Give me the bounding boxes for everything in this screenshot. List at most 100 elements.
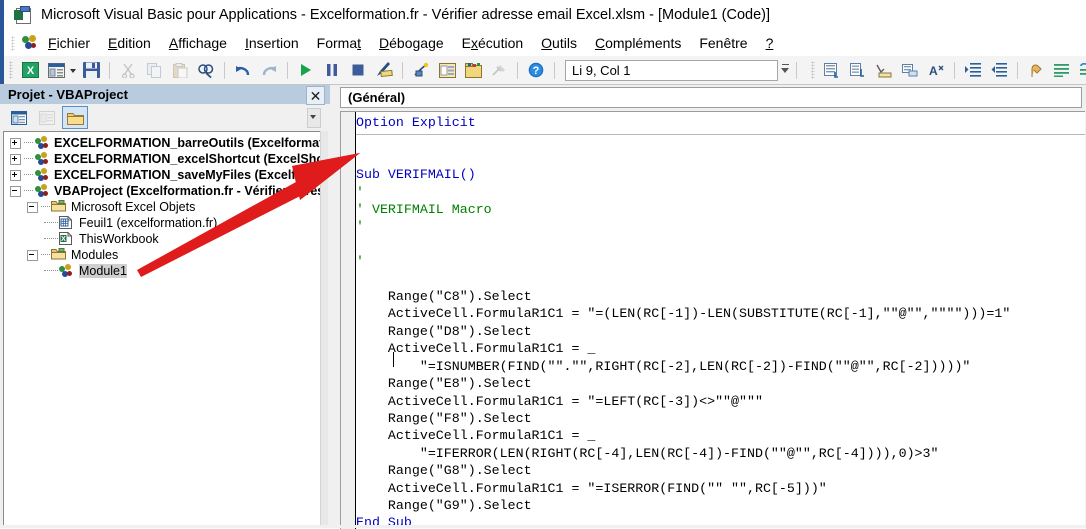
tree-item-excelformation-excelshortcut[interactable]: EXCELFORMATION_excelShortcut (ExcelShort…	[10, 151, 321, 167]
close-icon[interactable]: ✕	[306, 86, 325, 105]
properties-window-icon[interactable]	[435, 59, 459, 81]
menu-item-complements[interactable]: Compléments	[586, 33, 690, 53]
expander-plus-icon[interactable]	[10, 154, 21, 165]
toggle-breakpoint-icon[interactable]	[1024, 59, 1048, 81]
project-tree[interactable]: EXCELFORMATION_barreOutils (Excelformati…	[3, 131, 322, 527]
vba-project-icon	[34, 152, 50, 166]
code-line: Option Explicit	[356, 114, 1085, 131]
tree-connector	[41, 254, 50, 256]
menu-item-execution[interactable]: Exécution	[453, 33, 533, 53]
edit-toolbar-drag-handle[interactable]	[811, 61, 815, 79]
menu-item-debogage[interactable]: Débogage	[370, 33, 453, 53]
tree-item-microsoft-excel-objets[interactable]: Microsoft Excel Objets	[10, 199, 321, 215]
tree-item-label: ThisWorkbook	[79, 232, 159, 246]
undo-icon[interactable]	[231, 59, 255, 81]
code-line: ActiveCell.FormulaR1C1 = _	[356, 427, 1085, 444]
help-icon[interactable]: ?	[524, 59, 548, 81]
project-tree-scrollbar[interactable]	[320, 131, 328, 525]
stop-icon[interactable]	[346, 59, 370, 81]
toolbox-icon[interactable]	[487, 59, 511, 81]
tree-item-modules[interactable]: Modules	[10, 247, 321, 263]
menu-bar: Fichier Edition Affichage Insertion Form…	[0, 30, 1086, 56]
design-mode-icon[interactable]	[372, 59, 396, 81]
view-object-icon[interactable]	[35, 107, 59, 128]
menu-item-affichage[interactable]: Affichage	[160, 33, 236, 53]
workbook-icon: X	[59, 232, 75, 246]
code-editor[interactable]: Option Explicit Sub VERIFMAIL()'' VERIFM…	[340, 111, 1085, 529]
position-spinner-icon[interactable]	[780, 60, 791, 80]
object-combo[interactable]: (Général)	[340, 87, 1082, 108]
code-token: Range("G8").Select	[356, 463, 532, 478]
project-toolbar-overflow-button[interactable]	[307, 108, 321, 128]
redo-icon[interactable]	[257, 59, 281, 81]
save-icon[interactable]	[79, 59, 103, 81]
code-token: Range("G9").Select	[356, 498, 532, 513]
tree-item-feuil1[interactable]: Feuil1 (excelformation.fr)	[10, 215, 321, 231]
list-constants-icon[interactable]	[846, 59, 870, 81]
run-icon[interactable]	[294, 59, 318, 81]
view-excel-icon[interactable]: X	[18, 59, 42, 81]
tree-connector	[24, 190, 33, 192]
project-explorer-toolbar	[3, 106, 327, 129]
parameter-info-icon[interactable]	[898, 59, 922, 81]
code-margin-indicator-bar[interactable]	[341, 112, 356, 529]
folder-icon	[51, 200, 67, 214]
project-explorer-icon[interactable]	[409, 59, 433, 81]
tree-item-excelformation-barreoutils[interactable]: EXCELFORMATION_barreOutils (Excelformati…	[10, 135, 321, 151]
svg-text:?: ?	[533, 65, 540, 77]
menu-item-format[interactable]: Format	[308, 33, 370, 53]
code-line: Range("C8").Select	[356, 288, 1085, 305]
toggle-folders-icon[interactable]	[63, 107, 87, 128]
cut-icon[interactable]	[116, 59, 140, 81]
code-line: ActiveCell.FormulaR1C1 = "=(LEN(RC[-1])-…	[356, 305, 1085, 322]
menu-item-edition[interactable]: Edition	[99, 33, 160, 53]
insert-userform-icon[interactable]	[44, 59, 68, 81]
object-browser-icon[interactable]	[461, 59, 485, 81]
menu-item-fenetre[interactable]: Fenêtre	[690, 33, 756, 53]
tree-item-module1[interactable]: Module1	[10, 263, 321, 279]
find-icon[interactable]	[194, 59, 218, 81]
copy-icon[interactable]	[142, 59, 166, 81]
menu-item-insertion[interactable]: Insertion	[236, 33, 308, 53]
tree-item-label: Modules	[71, 248, 118, 262]
indent-icon[interactable]	[961, 59, 985, 81]
window-title: Microsoft Visual Basic pour Applications…	[41, 7, 770, 23]
expander-minus-icon[interactable]	[10, 186, 21, 197]
tree-connector	[44, 238, 58, 240]
quick-info-icon[interactable]	[872, 59, 896, 81]
tree-item-excelformation-savemyfiles[interactable]: EXCELFORMATION_saveMyFiles (Excelformati…	[10, 167, 321, 183]
complete-word-icon[interactable]: A	[924, 59, 948, 81]
toolbar-drag-handle[interactable]	[9, 61, 13, 79]
outdent-icon[interactable]	[987, 59, 1011, 81]
tree-item-label: Microsoft Excel Objets	[71, 200, 195, 214]
comment-block-icon[interactable]	[1050, 59, 1074, 81]
tree-item-vbaproject[interactable]: VBAProject (Excelformation.fr - Vérifier…	[10, 183, 321, 199]
view-code-icon[interactable]	[7, 107, 31, 128]
text-caret	[393, 352, 394, 367]
expander-plus-icon[interactable]	[10, 138, 21, 149]
menubar-drag-handle[interactable]	[11, 36, 15, 51]
worksheet-icon	[59, 216, 75, 230]
code-line: '	[356, 253, 1085, 270]
expander-minus-icon[interactable]	[27, 250, 38, 261]
vba-project-icon	[21, 34, 39, 52]
toolbar-separator	[517, 62, 518, 79]
code-text[interactable]: Option Explicit Sub VERIFMAIL()'' VERIFM…	[356, 112, 1085, 529]
code-token: ActiveCell.FormulaR1C1 = _	[356, 341, 595, 356]
code-token: Sub	[356, 167, 388, 182]
menu-item-fichier[interactable]: Fichier	[39, 33, 99, 53]
uncomment-block-icon[interactable]	[1076, 59, 1086, 81]
paste-icon[interactable]	[168, 59, 192, 81]
code-token: ' VERIFMAIL Macro	[356, 202, 492, 217]
code-line: Range("G8").Select	[356, 462, 1085, 479]
expander-plus-icon[interactable]	[10, 170, 21, 181]
tree-item-thisworkbook[interactable]: X ThisWorkbook	[10, 231, 321, 247]
list-properties-icon[interactable]	[820, 59, 844, 81]
pause-icon[interactable]	[320, 59, 344, 81]
code-token: Range("C8").Select	[356, 289, 532, 304]
menu-item-help[interactable]: ?	[757, 33, 783, 53]
expander-minus-icon[interactable]	[27, 202, 38, 213]
menu-item-outils[interactable]: Outils	[532, 33, 586, 53]
insert-dropdown-arrow-icon[interactable]	[69, 59, 78, 81]
svg-text:X: X	[61, 236, 66, 243]
